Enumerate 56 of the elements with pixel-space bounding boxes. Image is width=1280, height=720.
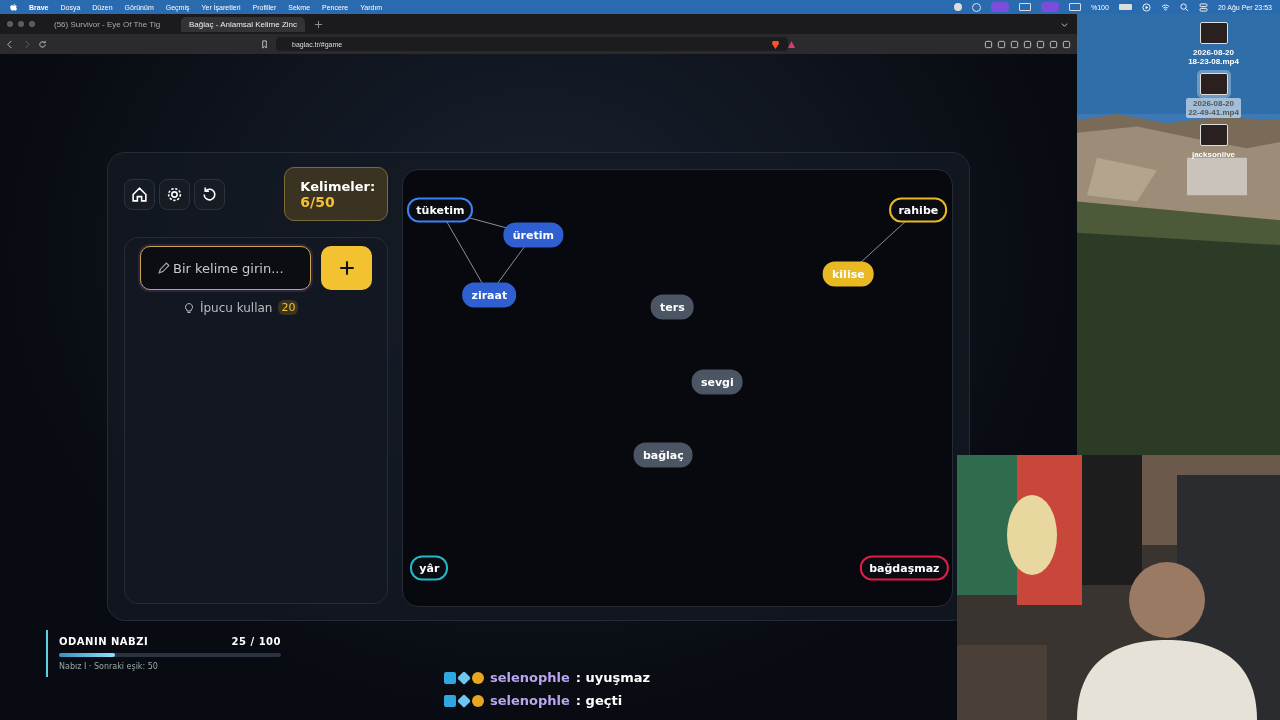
counter-label: Kelimeler: — [300, 178, 377, 194]
word-node[interactable]: ters — [651, 294, 694, 320]
word-node[interactable]: bağlaç — [633, 442, 693, 468]
add-button[interactable] — [321, 246, 372, 290]
coin-badge-icon — [472, 694, 484, 707]
word-node[interactable]: üretim — [503, 222, 563, 248]
home-button[interactable] — [124, 178, 155, 210]
play-icon[interactable] — [1141, 2, 1151, 12]
word-node[interactable]: rahibe — [889, 197, 948, 223]
hammer-badge-icon — [444, 671, 456, 684]
reset-button[interactable] — [194, 178, 225, 210]
chat-username: selenophle — [490, 693, 570, 708]
word-node[interactable]: tüketim — [407, 197, 474, 223]
zoom-light[interactable] — [29, 21, 35, 27]
word-input[interactable]: Bir kelime girin... — [140, 246, 311, 290]
counter-value: 6/50 — [300, 193, 336, 210]
hint-button[interactable]: İpucu kullan 20 — [140, 300, 343, 315]
reload-icon[interactable] — [38, 39, 47, 49]
coin-badge-icon — [472, 671, 484, 684]
word-node[interactable]: yâr — [410, 555, 449, 581]
word-node[interactable]: bağdaşmaz — [860, 555, 949, 581]
word-node[interactable]: sevgi — [691, 369, 743, 395]
apple-icon[interactable] — [10, 3, 17, 11]
cube-badge-icon — [457, 693, 471, 708]
shield-icon[interactable] — [771, 39, 780, 49]
minimize-light[interactable] — [18, 21, 24, 27]
wifi-icon[interactable] — [1160, 2, 1170, 12]
triangle-icon[interactable] — [787, 39, 796, 49]
chat-message: : uyuşmaz — [575, 670, 651, 685]
close-light[interactable] — [7, 21, 13, 27]
pulse-title: ODANIN NABZI — [59, 636, 149, 647]
new-tab-icon[interactable] — [314, 19, 323, 29]
status-icon[interactable] — [1069, 3, 1081, 11]
reset-icon — [201, 185, 218, 203]
browser-tab[interactable]: Bağlaç - Anlamsal Kelime Zinc — [181, 16, 305, 32]
browser-tab[interactable]: (56) Survivor - Eye Of The Tig — [46, 16, 170, 32]
battery-icon[interactable] — [1118, 4, 1132, 10]
hammer-badge-icon — [444, 694, 456, 707]
chat-message: : geçti — [575, 693, 623, 708]
display-icon[interactable] — [1019, 3, 1031, 11]
search-icon[interactable] — [1179, 2, 1189, 12]
bookmark-icon[interactable] — [260, 39, 269, 49]
settings-button[interactable] — [159, 178, 190, 210]
pulse-score: 25 / 100 — [231, 636, 281, 647]
pulse-note: Nabız I · Sonraki eşik: 50 — [59, 662, 159, 671]
gear-icon — [166, 185, 183, 203]
cube-badge-icon — [457, 670, 471, 685]
plus-icon — [337, 259, 356, 277]
pencil-icon — [158, 262, 170, 274]
lightbulb-icon — [183, 301, 194, 314]
status-icon[interactable] — [954, 3, 962, 11]
control-center-icon[interactable] — [1198, 2, 1208, 12]
home-icon — [131, 185, 148, 203]
back-icon[interactable] — [6, 39, 15, 49]
word-node[interactable]: ziraat — [462, 282, 517, 308]
chat-username: selenophle — [490, 670, 570, 685]
